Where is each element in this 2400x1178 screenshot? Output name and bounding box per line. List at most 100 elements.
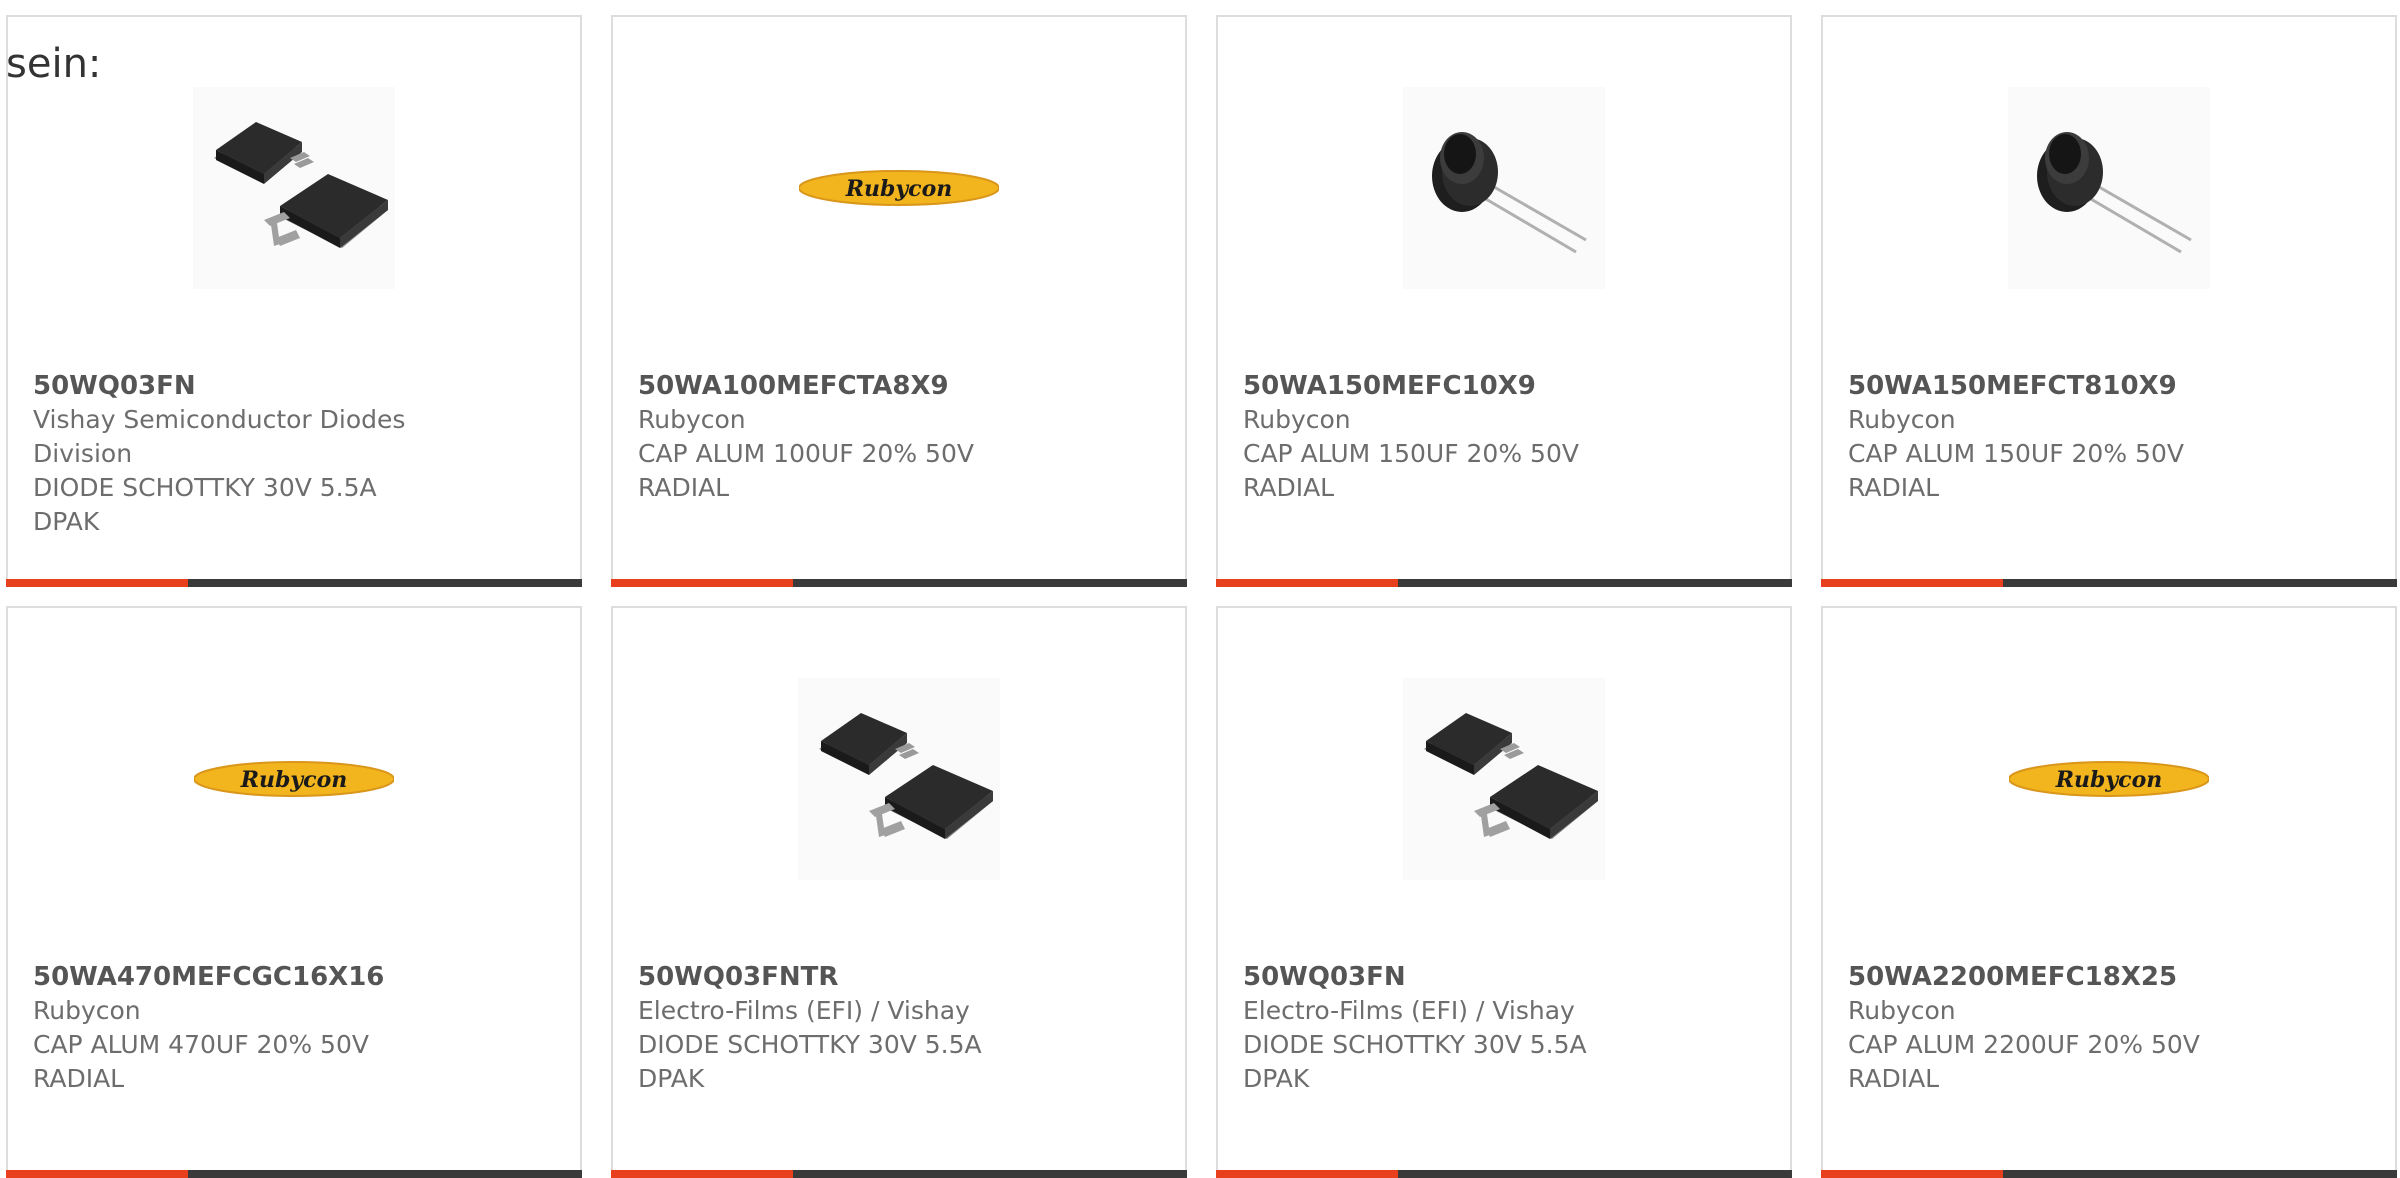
part-number-link[interactable]: 50WQ03FNTR: [638, 960, 1158, 994]
manufacturer-line: Rubycon: [33, 996, 141, 1025]
manufacturer-line: Electro-Films (EFI) / Vishay: [638, 996, 970, 1025]
radial-capacitor-icon: [1432, 132, 1587, 254]
description-line: CAP ALUM 2200UF 20% 50V: [1848, 1030, 2200, 1059]
product-card[interactable]: 50WQ03FN Electro-Films (EFI) / Vishay DIOD…: [1216, 606, 1792, 1178]
part-number-link[interactable]: 50WA150MEFC10X9: [1243, 369, 1763, 403]
description-line: RADIAL: [638, 473, 730, 502]
card-accent-bar: [1216, 579, 1398, 587]
product-card[interactable]: Rubycon 50WA2200MEFC18X25 Rubycon CAP ALUM…: [1821, 606, 2397, 1178]
manufacturer: Rubycon: [1848, 994, 2368, 1028]
manufacturer-line: Rubycon: [638, 405, 746, 434]
description-line: CAP ALUM 150UF 20% 50V: [1848, 439, 2184, 468]
product-image[interactable]: Rubycon: [193, 678, 395, 880]
manufacturer: Rubycon: [1848, 403, 2368, 437]
description-line: DPAK: [33, 507, 100, 536]
description-line: CAP ALUM 150UF 20% 50V: [1243, 439, 1579, 468]
part-number-link[interactable]: 50WA470MEFCGC16X16: [33, 960, 553, 994]
rubycon-logo-text: Rubycon: [2055, 767, 2163, 793]
card-accent-bar: [1821, 1170, 2003, 1178]
product-description: CAP ALUM 2200UF 20% 50V RADIAL: [1848, 1028, 2368, 1096]
part-number-link[interactable]: 50WQ03FN: [1243, 960, 1763, 994]
product-image[interactable]: Rubycon: [2008, 678, 2210, 880]
manufacturer-line: Rubycon: [1848, 996, 1956, 1025]
dpak-diode-icon: [214, 122, 388, 248]
manufacturer: Rubycon: [33, 994, 553, 1028]
manufacturer-line: Division: [33, 439, 133, 468]
product-card[interactable]: 50WA150MEFCT810X9 Rubycon CAP ALUM 150UF 2…: [1821, 15, 2397, 587]
description-line: DIODE SCHOTTKY 30V 5.5A: [33, 473, 377, 502]
card-bottom-bar: [1216, 1170, 1792, 1178]
card-bottom-bar: [1216, 579, 1792, 587]
rubycon-logo: Rubycon: [799, 170, 999, 206]
card-accent-bar: [611, 579, 793, 587]
product-info: 50WA100MEFCTA8X9 Rubycon CAP ALUM 100UF 20…: [638, 369, 1158, 505]
product-description: CAP ALUM 100UF 20% 50V RADIAL: [638, 437, 1158, 505]
rubycon-logo: Rubycon: [194, 761, 394, 797]
description-line: RADIAL: [33, 1064, 125, 1093]
manufacturer-line: Rubycon: [1848, 405, 1956, 434]
description-line: RADIAL: [1848, 1064, 1940, 1093]
description-line: RADIAL: [1243, 473, 1335, 502]
card-bottom-bar: [1821, 1170, 2397, 1178]
manufacturer-line: Electro-Films (EFI) / Vishay: [1243, 996, 1575, 1025]
radial-capacitor-icon: [2037, 132, 2192, 254]
description-line: DPAK: [1243, 1064, 1310, 1093]
manufacturer: Electro-Films (EFI) / Vishay: [1243, 994, 1763, 1028]
card-bottom-bar: [611, 579, 1187, 587]
product-card[interactable]: 50WA150MEFC10X9 Rubycon CAP ALUM 150UF 20%…: [1216, 15, 1792, 587]
intro-text: sein:: [6, 41, 102, 87]
description-line: DIODE SCHOTTKY 30V 5.5A: [1243, 1030, 1587, 1059]
product-card[interactable]: 50WQ03FN Vishay Semiconductor Diodes Divis…: [6, 15, 582, 587]
description-line: CAP ALUM 470UF 20% 50V: [33, 1030, 369, 1059]
product-description: DIODE SCHOTTKY 30V 5.5A DPAK: [33, 471, 553, 539]
card-accent-bar: [6, 1170, 188, 1178]
product-image[interactable]: [2008, 87, 2210, 289]
product-image[interactable]: Rubycon: [798, 87, 1000, 289]
rubycon-logo: Rubycon: [2009, 761, 2209, 797]
dpak-diode-icon: [1424, 713, 1598, 839]
description-line: RADIAL: [1848, 473, 1940, 502]
card-bottom-bar: [6, 579, 582, 587]
product-description: CAP ALUM 470UF 20% 50V RADIAL: [33, 1028, 553, 1096]
product-card[interactable]: Rubycon 50WA100MEFCTA8X9 Rubycon CAP ALUM …: [611, 15, 1187, 587]
description-line: CAP ALUM 100UF 20% 50V: [638, 439, 974, 468]
manufacturer: Rubycon: [638, 403, 1158, 437]
manufacturer: Rubycon: [1243, 403, 1763, 437]
manufacturer-line: Vishay Semiconductor Diodes: [33, 405, 406, 434]
card-accent-bar: [1821, 579, 2003, 587]
card-accent-bar: [6, 579, 188, 587]
card-accent-bar: [611, 1170, 793, 1178]
part-number-link[interactable]: 50WQ03FN: [33, 369, 553, 403]
manufacturer: Electro-Films (EFI) / Vishay: [638, 994, 1158, 1028]
product-image[interactable]: [798, 678, 1000, 880]
product-info: 50WQ03FN Vishay Semiconductor Diodes Divis…: [33, 369, 553, 539]
card-bottom-bar: [611, 1170, 1187, 1178]
card-bottom-bar: [1821, 579, 2397, 587]
product-info: 50WA150MEFCT810X9 Rubycon CAP ALUM 150UF 2…: [1848, 369, 2368, 505]
part-number-link[interactable]: 50WA150MEFCT810X9: [1848, 369, 2368, 403]
product-info: 50WQ03FNTR Electro-Films (EFI) / Vishay DI…: [638, 960, 1158, 1096]
rubycon-logo-text: Rubycon: [845, 176, 953, 202]
card-accent-bar: [1216, 1170, 1398, 1178]
product-image[interactable]: [193, 87, 395, 289]
card-bottom-bar: [6, 1170, 582, 1178]
product-image[interactable]: [1403, 87, 1605, 289]
product-description: DIODE SCHOTTKY 30V 5.5A DPAK: [638, 1028, 1158, 1096]
manufacturer-line: Rubycon: [1243, 405, 1351, 434]
product-description: DIODE SCHOTTKY 30V 5.5A DPAK: [1243, 1028, 1763, 1096]
product-grid: 50WQ03FN Vishay Semiconductor Diodes Divis…: [0, 0, 2400, 1178]
product-card[interactable]: 50WQ03FNTR Electro-Films (EFI) / Vishay DI…: [611, 606, 1187, 1178]
product-card[interactable]: Rubycon 50WA470MEFCGC16X16 Rubycon CAP ALU…: [6, 606, 582, 1178]
manufacturer: Vishay Semiconductor Diodes Division: [33, 403, 553, 471]
description-line: DPAK: [638, 1064, 705, 1093]
product-info: 50WQ03FN Electro-Films (EFI) / Vishay DIOD…: [1243, 960, 1763, 1096]
description-line: DIODE SCHOTTKY 30V 5.5A: [638, 1030, 982, 1059]
product-info: 50WA470MEFCGC16X16 Rubycon CAP ALUM 470UF …: [33, 960, 553, 1096]
part-number-link[interactable]: 50WA2200MEFC18X25: [1848, 960, 2368, 994]
product-description: CAP ALUM 150UF 20% 50V RADIAL: [1243, 437, 1763, 505]
rubycon-logo-text: Rubycon: [240, 767, 348, 793]
dpak-diode-icon: [819, 713, 993, 839]
product-image[interactable]: [1403, 678, 1605, 880]
product-info: 50WA2200MEFC18X25 Rubycon CAP ALUM 2200UF …: [1848, 960, 2368, 1096]
part-number-link[interactable]: 50WA100MEFCTA8X9: [638, 369, 1158, 403]
